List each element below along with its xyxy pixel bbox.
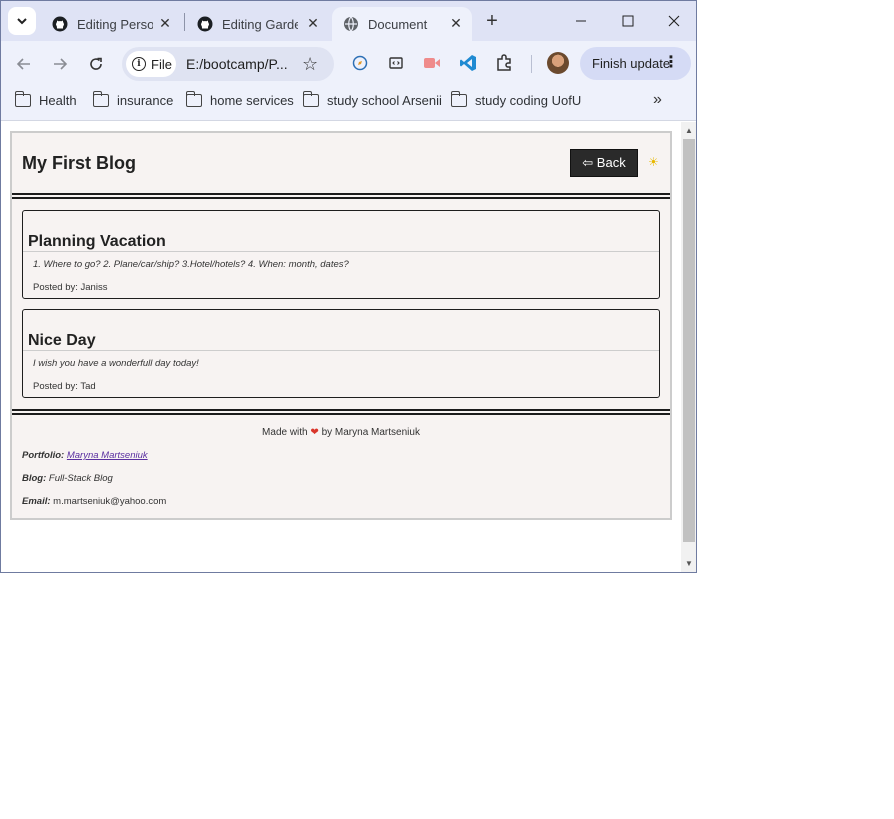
extension-compass-icon[interactable] [350,53,370,73]
extension-code-icon[interactable] [386,53,406,73]
kebab-menu-icon[interactable]: ⋮ [663,55,679,71]
scroll-up-icon[interactable]: ▲ [685,126,693,135]
header-divider [12,193,670,199]
blog-label: Blog: [22,473,47,484]
bookmark-label: study coding UofU [475,93,582,108]
bookmark-label: home services [210,93,294,108]
bookmark-folder-study-school[interactable]: study school Arsenii [302,91,442,108]
globe-icon [344,16,358,32]
folder-icon [185,91,202,107]
post-body: I wish you have a wonderfull day today! [33,358,199,369]
folder-icon [450,91,467,107]
close-tab-icon[interactable]: ✕ [448,15,464,31]
site-info-label: File [151,56,172,72]
blog-value: Full-Stack Blog [48,473,113,484]
post-divider [23,251,659,252]
footer-divider [12,409,670,415]
back-nav-button[interactable] [12,52,36,76]
arrow-left-icon [16,58,30,70]
tab-separator [184,13,185,31]
folder-icon [92,91,109,107]
vscode-icon[interactable] [458,53,478,73]
site-info-chip[interactable]: i File [126,51,176,77]
browser-window: Editing Person ✕ Editing Garde ✕ Documen… [0,0,697,573]
bookmark-label: study school Arsenii [327,93,442,108]
page-title: My First Blog [22,153,137,173]
bookmarks-bar: Health insurance home services study sch… [1,85,696,121]
tab-editing-garden[interactable]: Editing Garde ✕ [186,7,329,41]
close-window-button[interactable] [662,9,686,33]
tab-document[interactable]: Document ✕ [332,7,472,41]
close-tab-icon[interactable]: ✕ [157,15,173,31]
heart-icon: ❤ [310,427,319,438]
tab-strip: Editing Person ✕ Editing Garde ✕ Documen… [1,1,696,41]
tab-title: Editing Garde [222,16,298,32]
footer-blog: Blog: Full-Stack Blog [22,473,113,484]
post-title: Planning Vacation [28,233,166,250]
extensions-puzzle-icon[interactable] [494,53,514,73]
bookmark-label: insurance [117,93,174,108]
minimize-icon [576,20,586,22]
url-text[interactable]: E:/bootcamp/P... [186,56,288,72]
email-value: m.martseniuk@yahoo.com [53,496,167,507]
tab-title: Document [368,16,428,32]
arrow-right-icon [54,58,68,70]
post-card[interactable]: Planning Vacation 1. Where to go? 2. Pla… [22,210,660,299]
github-icon [197,16,213,32]
portfolio-link[interactable]: Maryna Martseniuk [67,450,148,461]
tab-search-button[interactable] [8,7,36,35]
forward-nav-button[interactable] [48,52,72,76]
post-card[interactable]: Nice Day I wish you have a wonderfull da… [22,309,660,398]
reload-button[interactable] [84,52,108,76]
folder-icon [14,91,31,107]
email-label: Email: [22,496,51,507]
minimize-button[interactable] [569,9,593,33]
post-divider [23,350,659,351]
address-bar[interactable]: i File E:/bootcamp/P... ☆ [122,47,334,81]
bookmark-label: Health [39,93,77,108]
info-icon: i [132,57,146,71]
portfolio-label: Portfolio: [22,450,65,461]
toolbar: i File E:/bootcamp/P... ☆ Finish update … [1,41,696,85]
maximize-button[interactable] [616,9,640,33]
github-icon [52,16,68,32]
post-body: 1. Where to go? 2. Plane/car/ship? 3.Hot… [33,259,349,270]
vertical-scrollbar[interactable]: ▲ ▼ [681,122,696,572]
tab-title: Editing Person [77,16,153,32]
toolbar-divider [531,55,532,73]
sun-icon[interactable]: ☀ [648,155,659,169]
close-tab-icon[interactable]: ✕ [305,15,321,31]
new-tab-button[interactable]: + [481,11,503,33]
tab-editing-person[interactable]: Editing Person ✕ [41,7,181,41]
footer-email: Email: m.martseniuk@yahoo.com [22,496,166,507]
maximize-icon [622,15,634,27]
bookmark-star-icon[interactable]: ☆ [302,54,318,75]
folder-icon [302,91,319,107]
post-author: Posted by: Janiss [33,282,108,293]
blog-container: My First Blog ⇦ Back ☀ Planning Vacation… [10,131,672,520]
scroll-down-icon[interactable]: ▼ [685,559,693,568]
close-icon [668,15,680,27]
post-title: Nice Day [28,332,96,349]
bookmark-folder-study-coding[interactable]: study coding UofU [450,91,582,108]
back-button[interactable]: ⇦ Back [570,149,638,177]
reload-icon [90,57,102,70]
scrollbar-thumb[interactable] [683,139,695,542]
finish-update-label: Finish update [592,56,671,71]
chevron-down-icon [17,18,27,25]
made-with-prefix: Made with [262,427,308,438]
bookmark-folder-health[interactable]: Health [14,91,77,108]
bookmark-folder-home-services[interactable]: home services [185,91,294,108]
made-with-line: Made with ❤ by Maryna Martseniuk [12,427,670,438]
footer-portfolio: Portfolio: Maryna Martseniuk [22,450,148,461]
finish-update-button[interactable]: Finish update ⋮ [580,47,691,80]
made-with-suffix: by Maryna Martseniuk [321,427,420,438]
bookmark-folder-insurance[interactable]: insurance [92,91,174,108]
page-viewport: My First Blog ⇦ Back ☀ Planning Vacation… [1,122,681,572]
more-bookmarks-icon[interactable]: » [653,91,662,109]
extension-record-icon[interactable] [422,53,442,73]
profile-avatar[interactable] [547,52,569,74]
post-author: Posted by: Tad [33,381,96,392]
